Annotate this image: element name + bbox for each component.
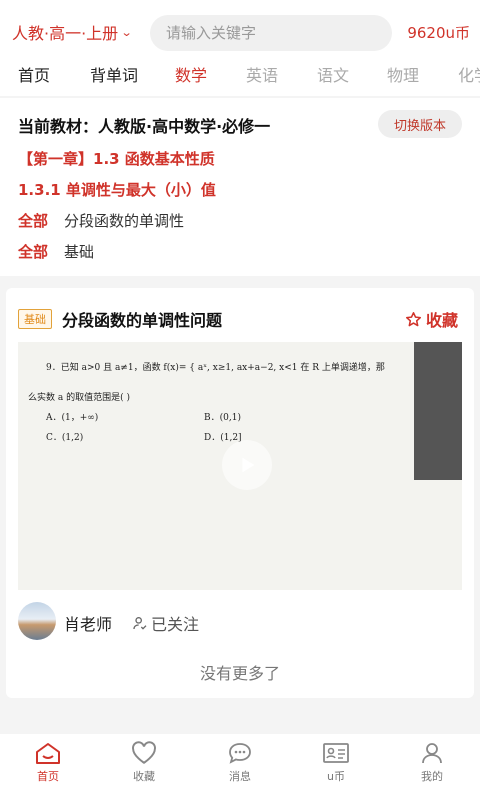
nav-label: 首页 — [37, 770, 59, 783]
switch-version-button[interactable]: 切换版本 — [378, 110, 462, 138]
option-b: B．(0,1) — [204, 413, 241, 423]
grade-label: 人教·高一·上册 — [12, 24, 119, 43]
video-title[interactable]: 分段函数的单调性问题 — [62, 307, 222, 331]
filter-row-topic[interactable]: 全部 分段函数的单调性 — [18, 210, 184, 231]
collect-button[interactable]: 收藏 — [405, 307, 458, 331]
tab-math[interactable]: 数学 — [175, 62, 207, 86]
collect-label: 收藏 — [425, 311, 458, 330]
heart-icon — [132, 741, 156, 764]
nav-favorites[interactable]: 收藏 — [96, 738, 192, 784]
bottom-nav: 首页 收藏 消息 u币 我的 — [0, 734, 480, 800]
filter-row-level[interactable]: 全部 基础 — [18, 241, 94, 262]
tab-home[interactable]: 首页 — [18, 62, 50, 86]
video-player[interactable]: 9．已知 a>0 且 a≠1，函数 f(x)= { aˣ, x≥1, ax+a−… — [18, 342, 462, 590]
top-bar: 人教·高一·上册 ⌄ 9620u币 首页 背单词 数学 英语 语文 物理 化学 — [0, 0, 480, 96]
textbook-panel: 当前教材：人教版·高中数学·必修一 切换版本 【第一章】1.3 函数基本性质 1… — [0, 98, 480, 276]
tab-vocabulary[interactable]: 背单词 — [90, 62, 138, 86]
search-input[interactable] — [166, 24, 366, 42]
option-d: D．(1,2] — [204, 433, 242, 443]
filter-key: 全部 — [18, 243, 49, 261]
nav-label: 消息 — [229, 770, 251, 783]
filter-key: 全部 — [18, 212, 49, 230]
filter-value: 分段函数的单调性 — [64, 212, 185, 230]
coin-balance[interactable]: 9620u币 — [407, 22, 470, 43]
live-chat-overlay — [414, 342, 462, 480]
nav-ucoin[interactable]: u币 — [288, 738, 384, 784]
follow-label: 已关注 — [151, 615, 200, 634]
nav-home[interactable]: 首页 — [0, 738, 96, 784]
tab-physics[interactable]: 物理 — [387, 62, 419, 86]
person-icon — [422, 743, 442, 764]
chapter-title[interactable]: 【第一章】1.3 函数基本性质 — [18, 148, 215, 169]
current-textbook: 当前教材：人教版·高中数学·必修一 — [18, 117, 271, 136]
home-icon — [36, 743, 60, 764]
card-icon — [323, 743, 349, 763]
avatar[interactable] — [18, 602, 56, 640]
person-check-icon — [133, 617, 147, 630]
star-icon — [405, 311, 421, 326]
nav-label: 我的 — [421, 770, 443, 783]
question-line: 么实数 a 的取值范围是( ) — [28, 393, 130, 403]
message-icon — [229, 743, 251, 764]
video-card: 基础 分段函数的单调性问题 收藏 9．已知 a>0 且 a≠1，函数 f(x)=… — [6, 288, 474, 698]
grade-selector[interactable]: 人教·高一·上册 ⌄ — [12, 20, 133, 44]
subject-tabs: 首页 背单词 数学 英语 语文 物理 化学 — [0, 56, 480, 90]
tab-chemistry[interactable]: 化学 — [458, 62, 480, 86]
question-line: 9．已知 a>0 且 a≠1，函数 f(x)= { aˣ, x≥1, ax+a−… — [46, 363, 385, 373]
chevron-down-icon: ⌄ — [120, 25, 133, 39]
option-c: C．(1,2) — [46, 433, 84, 443]
nav-label: 收藏 — [133, 770, 155, 783]
level-badge: 基础 — [18, 309, 52, 329]
tab-chinese[interactable]: 语文 — [317, 62, 349, 86]
no-more-text: 没有更多了 — [199, 664, 280, 683]
section-title[interactable]: 1.3.1 单调性与最大（小）值 — [18, 179, 216, 200]
nav-label: u币 — [327, 770, 345, 783]
tab-english[interactable]: 英语 — [246, 62, 278, 86]
nav-messages[interactable]: 消息 — [192, 738, 288, 784]
follow-button[interactable]: 已关注 — [132, 611, 199, 635]
nav-profile[interactable]: 我的 — [384, 738, 480, 784]
filter-value: 基础 — [64, 243, 95, 261]
play-icon[interactable] — [222, 440, 272, 490]
option-a: A．(1，+∞) — [46, 413, 99, 423]
teacher-name[interactable]: 肖老师 — [64, 611, 112, 635]
search-box[interactable] — [150, 15, 392, 51]
